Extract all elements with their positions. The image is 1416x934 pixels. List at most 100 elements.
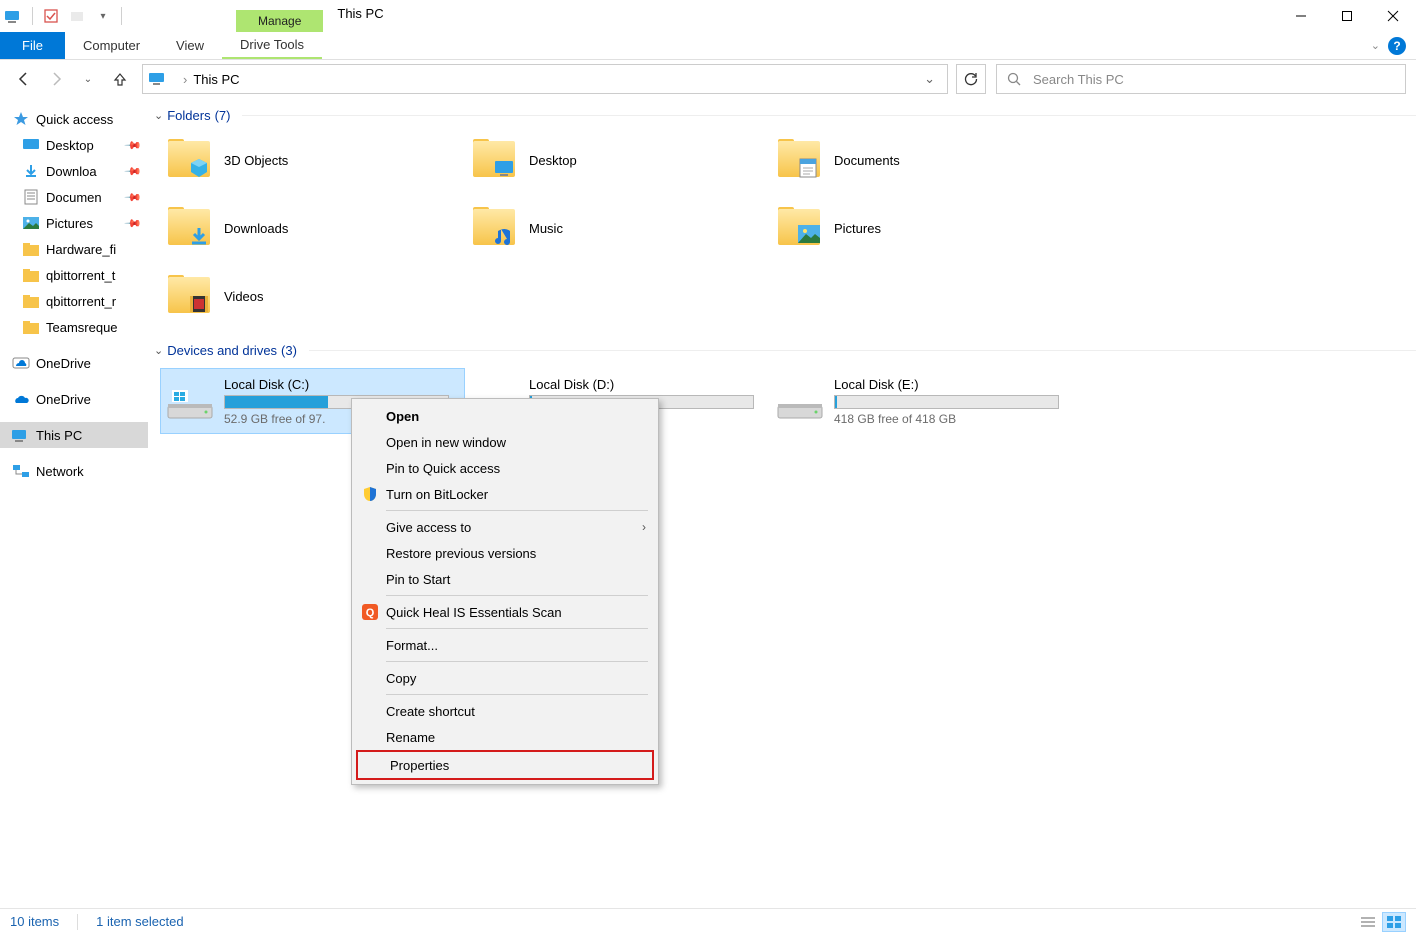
sidebar-item-downloads[interactable]: Downloa 📌	[0, 158, 148, 184]
sidebar-item-folder[interactable]: qbittorrent_r	[0, 288, 148, 314]
chevron-down-icon: ⌄	[154, 344, 163, 357]
ctx-open-new-window[interactable]: Open in new window	[354, 429, 656, 455]
sidebar-item-pictures[interactable]: Pictures 📌	[0, 210, 148, 236]
ctx-pin-start[interactable]: Pin to Start	[354, 566, 656, 592]
download-icon	[22, 162, 40, 180]
sidebar-label: Pictures	[46, 216, 93, 231]
sidebar-item-quick-access[interactable]: Quick access	[0, 106, 148, 132]
sidebar-label: qbittorrent_t	[46, 268, 115, 283]
group-count: (7)	[215, 108, 231, 123]
search-input[interactable]: Search This PC	[996, 64, 1406, 94]
folder-icon	[22, 292, 40, 310]
folder-icon	[471, 207, 519, 249]
group-folders[interactable]: ⌄ Folders (7)	[154, 104, 1416, 127]
drive-label: Local Disk (D:)	[529, 377, 754, 392]
star-icon	[12, 110, 30, 128]
maximize-button[interactable]	[1324, 0, 1370, 32]
qat-dropdown-icon[interactable]: ▾	[93, 6, 113, 26]
ctx-rename[interactable]: Rename	[354, 724, 656, 750]
address-bar[interactable]: › This PC ⌄	[142, 64, 948, 94]
ctx-pin-quick-access[interactable]: Pin to Quick access	[354, 455, 656, 481]
group-label: Folders	[167, 108, 210, 123]
status-bar: 10 items 1 item selected	[0, 908, 1416, 934]
drive-item[interactable]: Local Disk (E:) 418 GB free of 418 GB	[770, 368, 1075, 434]
pin-icon: 📌	[124, 162, 143, 181]
ctx-give-access[interactable]: Give access to›	[354, 514, 656, 540]
breadcrumb-this-pc[interactable]: This PC	[193, 72, 239, 87]
quick-access-toolbar: ▾	[0, 0, 128, 32]
sidebar-label: Hardware_fi	[46, 242, 116, 257]
tab-drive-tools[interactable]: Drive Tools	[222, 32, 322, 59]
group-label: Devices and drives	[167, 343, 277, 358]
folder-item[interactable]: Downloads	[166, 203, 471, 253]
folder-item[interactable]: 3D Objects	[166, 135, 471, 185]
recent-dropdown[interactable]: ⌄	[74, 65, 102, 93]
folder-label: Videos	[224, 289, 264, 304]
ctx-restore-versions[interactable]: Restore previous versions	[354, 540, 656, 566]
minimize-button[interactable]	[1278, 0, 1324, 32]
pc-icon	[4, 6, 24, 26]
content-pane: ⌄ Folders (7) 3D Objects Desktop Documen…	[148, 98, 1416, 908]
folder-icon	[471, 139, 519, 181]
ctx-bitlocker[interactable]: Turn on BitLocker	[354, 481, 656, 507]
sidebar-label: OneDrive	[36, 356, 91, 371]
sidebar-item-network[interactable]: Network	[0, 458, 148, 484]
folder-item[interactable]: Documents	[776, 135, 1081, 185]
ribbon-expand-icon[interactable]: ⌄	[1371, 39, 1380, 52]
sidebar-item-documents[interactable]: Documen 📌	[0, 184, 148, 210]
drive-label: Local Disk (E:)	[834, 377, 1059, 392]
pc-icon	[149, 71, 169, 87]
ctx-format[interactable]: Format...	[354, 632, 656, 658]
folder-item[interactable]: Desktop	[471, 135, 776, 185]
sidebar-item-desktop[interactable]: Desktop 📌	[0, 132, 148, 158]
folder-icon	[22, 240, 40, 258]
sidebar-item-onedrive[interactable]: OneDrive	[0, 350, 148, 376]
window-controls	[1278, 0, 1416, 32]
drive-free-text: 418 GB free of 418 GB	[834, 412, 1059, 426]
tab-file[interactable]: File	[0, 32, 65, 59]
folder-item[interactable]: Videos	[166, 271, 471, 321]
ctx-properties[interactable]: Properties	[358, 752, 652, 778]
tiles-view-button[interactable]	[1382, 912, 1406, 932]
folder-item[interactable]: Pictures	[776, 203, 1081, 253]
drive-icon	[166, 380, 214, 422]
pin-icon: 📌	[124, 214, 143, 233]
group-count: (3)	[281, 343, 297, 358]
breadcrumb-sep-icon[interactable]: ›	[183, 72, 187, 87]
tab-computer[interactable]: Computer	[65, 32, 158, 59]
sidebar-item-onedrive[interactable]: OneDrive	[0, 386, 148, 412]
folder-icon	[22, 318, 40, 336]
capacity-bar	[834, 395, 1059, 409]
new-folder-icon[interactable]	[67, 6, 87, 26]
ctx-quickheal-scan[interactable]: Q Quick Heal IS Essentials Scan	[354, 599, 656, 625]
properties-icon[interactable]	[41, 6, 61, 26]
address-dropdown-icon[interactable]: ⌄	[918, 71, 941, 87]
details-view-button[interactable]	[1356, 912, 1380, 932]
ctx-copy[interactable]: Copy	[354, 665, 656, 691]
refresh-button[interactable]	[956, 64, 986, 94]
group-drives[interactable]: ⌄ Devices and drives (3)	[154, 339, 1416, 362]
sidebar-item-folder[interactable]: Teamsreque	[0, 314, 148, 340]
help-icon[interactable]: ?	[1388, 37, 1406, 55]
forward-button[interactable]	[42, 65, 70, 93]
folder-icon	[22, 266, 40, 284]
tab-view[interactable]: View	[158, 32, 222, 59]
desktop-icon	[22, 136, 40, 154]
folder-icon	[166, 139, 214, 181]
close-button[interactable]	[1370, 0, 1416, 32]
context-tab-manage[interactable]: Manage	[236, 10, 323, 32]
ctx-open[interactable]: Open	[354, 403, 656, 429]
sidebar-item-folder[interactable]: Hardware_fi	[0, 236, 148, 262]
navigation-pane: Quick access Desktop 📌 Downloa 📌 Documen…	[0, 98, 148, 908]
sidebar-item-folder[interactable]: qbittorrent_t	[0, 262, 148, 288]
folder-item[interactable]: Music	[471, 203, 776, 253]
ctx-create-shortcut[interactable]: Create shortcut	[354, 698, 656, 724]
search-placeholder: Search This PC	[1033, 72, 1124, 87]
ribbon: File Computer View Drive Tools ⌄ ?	[0, 32, 1416, 60]
back-button[interactable]	[10, 65, 38, 93]
folder-label: Desktop	[529, 153, 577, 168]
pc-icon	[12, 426, 30, 444]
sidebar-item-this-pc[interactable]: This PC	[0, 422, 148, 448]
chevron-right-icon: ›	[642, 520, 646, 534]
up-button[interactable]	[106, 65, 134, 93]
